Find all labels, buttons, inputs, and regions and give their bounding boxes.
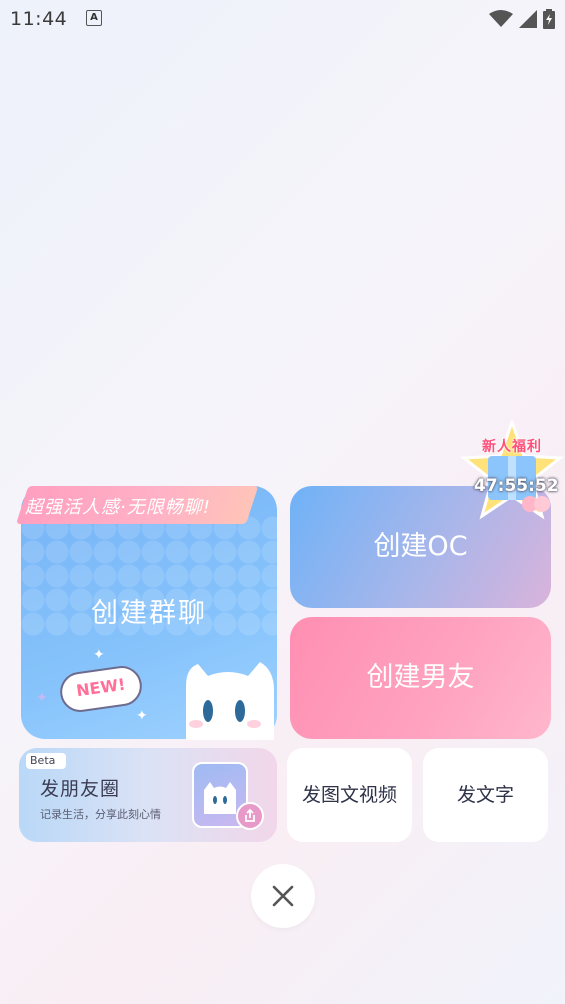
share-icon	[236, 802, 264, 830]
newbie-reward-countdown: 47:55:52	[474, 476, 559, 496]
status-icons	[489, 9, 555, 29]
sparkle-icon: ✦	[36, 690, 48, 706]
close-button[interactable]	[251, 864, 315, 928]
post-image-video-card[interactable]: 发图文视频	[287, 748, 412, 842]
status-bar: 11:44 A	[0, 0, 565, 36]
beta-badge: Beta	[26, 753, 66, 769]
post-moments-subtitle: 记录生活，分享此刻心情	[40, 808, 161, 821]
create-group-chat-title: 创建群聊	[91, 598, 207, 629]
status-time: 11:44	[10, 8, 68, 30]
wifi-icon	[489, 10, 513, 27]
sparkle-icon: ✦	[93, 647, 105, 663]
signal-icon	[519, 10, 537, 28]
cat-mascot-icon	[186, 662, 274, 740]
newbie-reward-title: 新人福利	[482, 439, 542, 455]
promo-ribbon-text: 超强活人感·无限畅聊!	[25, 497, 211, 518]
battery-icon	[543, 9, 555, 29]
close-icon	[272, 885, 294, 907]
post-moments-title: 发朋友圈	[40, 778, 121, 800]
post-text-card[interactable]: 发文字	[423, 748, 548, 842]
create-boyfriend-card[interactable]: 创建男友	[290, 617, 551, 739]
notification-icon: A	[86, 10, 102, 26]
sparkle-icon: ✦	[136, 708, 148, 724]
